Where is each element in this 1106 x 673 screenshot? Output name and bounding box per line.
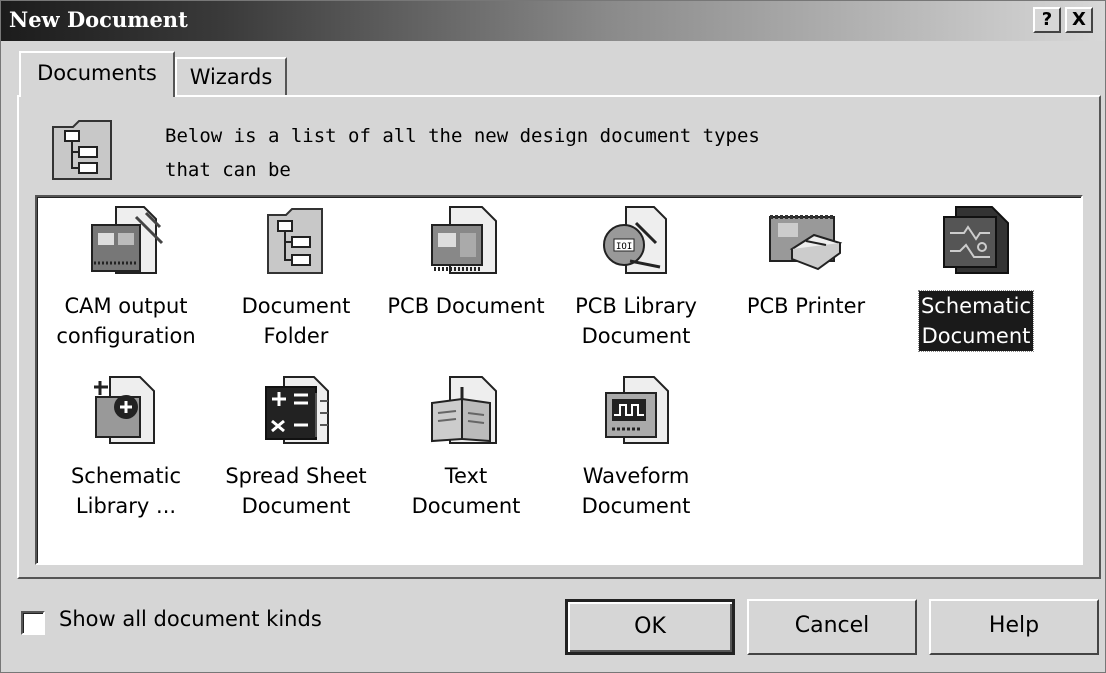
show-all-checkbox[interactable] [21,611,45,635]
folder-tree-icon [52,120,112,180]
ok-button[interactable]: OK [565,599,735,655]
pcb-document-icon [431,206,497,274]
item-label: PCB Printer [746,294,866,318]
waveform-document-icon [605,376,669,444]
item-label: Schematic Document [917,290,1035,352]
text-document-icon [431,376,497,444]
cam-output-icon [91,206,164,274]
pcb-printer-icon [769,215,843,271]
item-label: Waveform Document [581,464,691,518]
new-document-dialog: New Document ? X Documents Wizards Below… [0,0,1106,673]
list-item-schematic-document[interactable]: Schematic Document [891,203,1061,352]
list-item-pcb-document[interactable]: PCB Document [381,203,551,321]
pcb-library-icon: IOI [603,206,667,274]
item-label: CAM output configuration [56,294,196,348]
title-bar[interactable]: New Document ? X [1,1,1105,41]
list-item-pcb-library[interactable]: IOI PCB Library Document [551,203,721,351]
description-line-1: Below is a list of all the new design do… [165,125,760,147]
list-item-spreadsheet[interactable]: Spread Sheet Document [211,373,381,521]
document-folder-icon [267,208,323,274]
item-label: Document Folder [241,294,351,348]
item-label: Schematic Library ... [70,464,182,518]
item-label: Spread Sheet Document [225,464,367,518]
list-item-document-folder[interactable]: Document Folder [211,203,381,351]
tab-wizards[interactable]: Wizards [175,57,287,97]
spreadsheet-icon [265,376,329,444]
schematic-document-icon [943,206,1009,274]
item-label: Text Document [411,464,521,518]
item-label: PCB Document [387,294,545,318]
document-type-list[interactable]: CAM output configuration Document Folder… [35,195,1083,565]
window-title: New Document [9,7,188,32]
list-item-cam-output[interactable]: CAM output configuration [41,203,211,351]
help-button[interactable]: Help [929,599,1099,655]
description-text: Below is a list of all the new design do… [165,119,925,187]
title-close-button[interactable]: X [1065,7,1093,33]
title-help-button[interactable]: ? [1033,7,1061,33]
description-line-2: that can be [165,159,291,181]
list-item-text-document[interactable]: Text Document [381,373,551,521]
svg-text:IOI: IOI [616,242,632,252]
list-item-waveform-document[interactable]: Waveform Document [551,373,721,521]
tab-documents[interactable]: Documents [19,51,175,97]
item-label: PCB Library Document [575,294,697,348]
cancel-button[interactable]: Cancel [747,599,917,655]
show-all-label: Show all document kinds [59,607,322,631]
list-item-schematic-library[interactable]: Schematic Library ... [41,373,211,521]
schematic-library-icon [94,376,155,444]
list-item-pcb-printer[interactable]: PCB Printer [721,203,891,321]
